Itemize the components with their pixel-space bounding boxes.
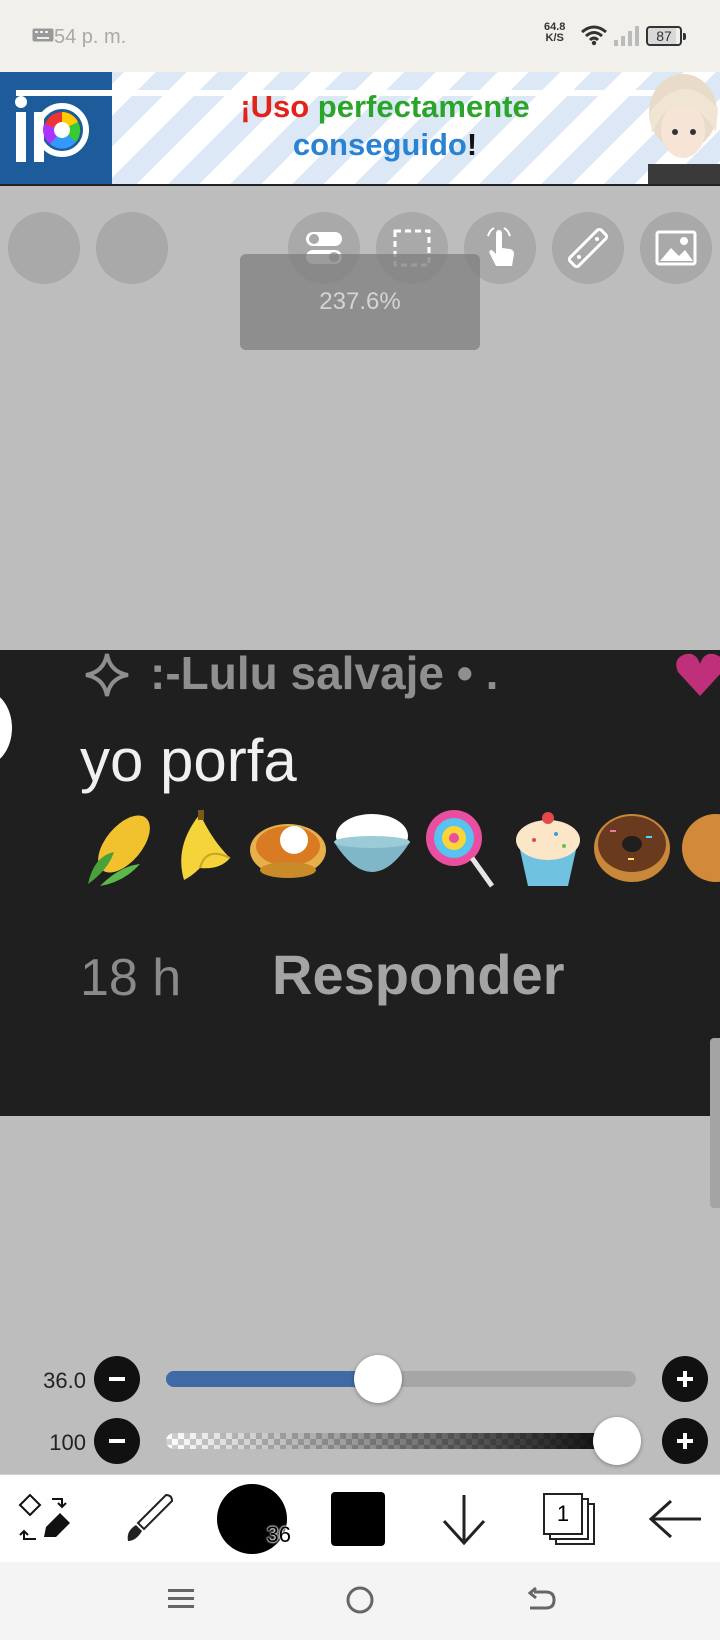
signal-icon — [614, 26, 639, 46]
network-speed: 64.8 K/S — [544, 22, 565, 44]
cupcake-icon — [516, 812, 580, 886]
brush-size-increase-button[interactable] — [662, 1356, 708, 1402]
sparkle-icon — [85, 653, 129, 697]
food-emoji-icons — [88, 810, 720, 888]
side-panel-handle[interactable] — [710, 1038, 720, 1208]
hand-pointer-icon — [487, 227, 514, 266]
plus-icon — [677, 1433, 693, 1449]
opacity-thumb[interactable] — [593, 1417, 642, 1465]
brush-size-value: 36.0 — [43, 1368, 86, 1393]
canvas-workspace[interactable]: 237.6% :-Lulu salvaje • . yo porfa 18 h … — [0, 186, 720, 1476]
banner-word-3: conseguido — [292, 127, 467, 162]
opacity-value: 100 — [49, 1430, 86, 1455]
banner-word-4: ! — [466, 127, 478, 162]
donut-icon — [594, 814, 670, 882]
arrow-left-icon — [648, 1499, 701, 1539]
brush-size-slider-row: 36.0 — [0, 1354, 720, 1404]
rice-bowl-icon — [334, 814, 410, 872]
banner-word-2: perfectamente — [317, 89, 530, 124]
curry-icon — [250, 824, 326, 878]
ruler-icon — [568, 228, 608, 268]
minus-icon — [109, 1439, 125, 1443]
brush-icon — [127, 1493, 174, 1541]
layers-button[interactable]: 1 — [536, 1475, 606, 1563]
tool-switch-button[interactable] — [14, 1475, 74, 1563]
canvas-artwork[interactable]: :-Lulu salvaje • . yo porfa 18 h Respond… — [0, 650, 720, 1116]
banner-headline: ¡Uso perfectamente conseguido! — [130, 88, 640, 164]
reference-image-button[interactable] — [640, 212, 712, 284]
minus-icon — [109, 1377, 125, 1381]
image-icon — [655, 230, 697, 266]
status-time: 54 p. m. — [54, 26, 127, 48]
brush-size-decrease-button[interactable] — [94, 1356, 140, 1402]
back-button[interactable] — [640, 1475, 710, 1563]
status-bar: 54 p. m. 64.8 K/S 87 — [0, 0, 720, 72]
redo-button[interactable] — [96, 212, 168, 284]
zoom-level-indicator: 237.6% — [240, 254, 480, 350]
banner-word-1: ¡Uso — [240, 89, 310, 124]
anime-character-image — [648, 74, 720, 184]
move-down-button[interactable] — [434, 1475, 494, 1563]
brush-size-button[interactable]: 36 — [216, 1475, 291, 1563]
ad-banner[interactable]: ¡Uso perfectamente conseguido! — [0, 72, 720, 186]
heart-icon — [676, 653, 720, 696]
artwork-timestamp: 18 h — [80, 949, 182, 1007]
opacity-increase-button[interactable] — [662, 1418, 708, 1464]
plus-icon — [677, 1371, 693, 1387]
artwork-reply: Responder — [272, 943, 565, 1006]
opacity-track[interactable] — [166, 1433, 636, 1449]
layer-count: 1 — [543, 1493, 583, 1535]
system-navigation-bar — [0, 1562, 720, 1640]
color-button[interactable] — [328, 1475, 388, 1563]
battery-indicator: 87 — [646, 26, 686, 46]
artwork-comment: yo porfa — [80, 727, 297, 794]
back-nav-icon[interactable] — [524, 1584, 556, 1616]
layers-stack: 1 — [543, 1493, 599, 1545]
artwork-avatar — [0, 690, 12, 766]
keyboard-icon — [32, 28, 54, 42]
app-logo-icon — [15, 96, 89, 162]
undo-button[interactable] — [8, 212, 80, 284]
artwork-emojis — [80, 806, 720, 888]
brush-preview: 36 — [217, 1484, 291, 1554]
eraser-swap-icon — [18, 1493, 70, 1540]
ibispaint-logo — [0, 72, 112, 184]
banana-icon — [181, 810, 231, 880]
wifi-icon — [581, 25, 607, 46]
artwork-username: :-Lulu salvaje • . — [150, 650, 499, 699]
lollipop-icon — [426, 810, 495, 888]
brush-size-thumb[interactable] — [353, 1355, 402, 1403]
brush-size-fill — [166, 1371, 378, 1387]
network-speed-unit: K/S — [545, 32, 564, 44]
bottom-toolbar: 36 1 — [0, 1474, 720, 1563]
opacity-slider-row: 100 — [0, 1416, 720, 1466]
corn-icon — [88, 815, 150, 886]
opacity-decrease-button[interactable] — [94, 1418, 140, 1464]
ruler-button[interactable] — [552, 212, 624, 284]
partial-food-icon — [682, 814, 720, 882]
home-icon[interactable] — [344, 1584, 376, 1616]
brush-size-badge: 36 — [266, 1522, 291, 1547]
brush-tool-button[interactable] — [116, 1475, 180, 1563]
arrow-down-icon — [442, 1495, 486, 1546]
menu-icon[interactable] — [166, 1584, 196, 1614]
current-color-swatch — [331, 1492, 385, 1546]
